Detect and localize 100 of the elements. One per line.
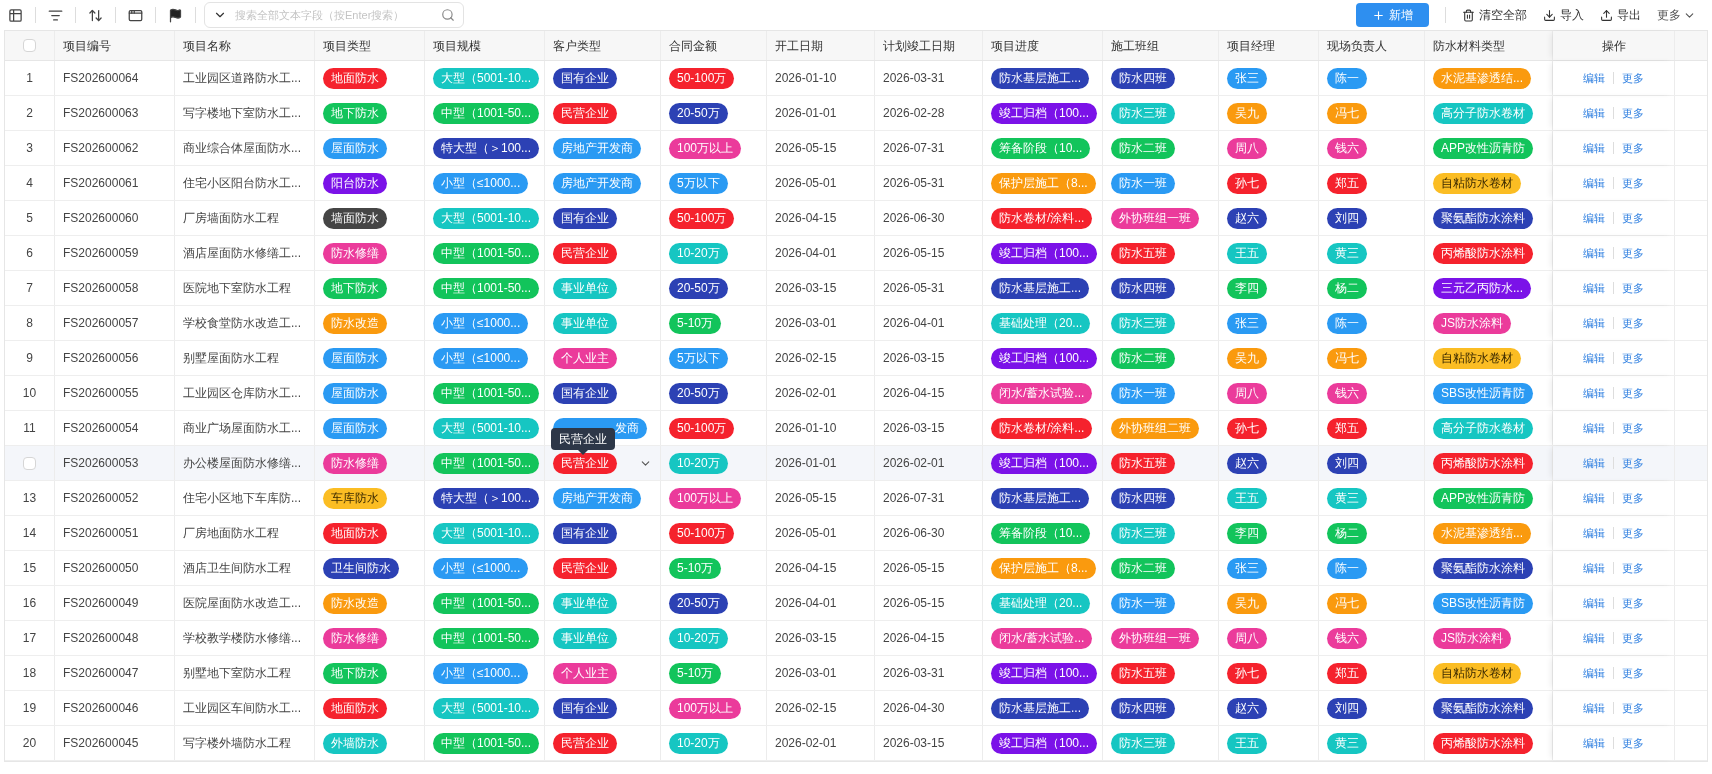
amount-tag: 5万以下	[669, 172, 728, 194]
row-number: 9	[26, 350, 33, 367]
site-lead-tag: 刘四	[1327, 207, 1367, 229]
progress-tag: 筹备阶段（10...	[991, 137, 1091, 159]
edit-link[interactable]: 编辑	[1583, 244, 1605, 262]
progress-tag: 防水卷材/涂料...	[991, 417, 1093, 439]
edit-link[interactable]: 编辑	[1583, 384, 1605, 402]
edit-link[interactable]: 编辑	[1583, 629, 1605, 647]
material-tag: 聚氨酯防水涂料	[1433, 207, 1533, 229]
scale-tag: 小型（≤1000...	[433, 662, 529, 684]
more-link[interactable]: 更多	[1622, 279, 1644, 297]
edit-link[interactable]: 编辑	[1583, 454, 1605, 472]
flag-icon[interactable]	[168, 7, 183, 23]
progress-tag: 防水基层施工...	[991, 277, 1089, 299]
manager-tag: 张三	[1227, 557, 1267, 579]
more-link[interactable]: 更多	[1622, 209, 1644, 227]
column-header: 合同金额	[669, 37, 717, 55]
edit-link[interactable]: 编辑	[1583, 734, 1605, 752]
client-tag: 房地产开发商	[553, 172, 641, 194]
column-header: 操作	[1601, 37, 1626, 55]
table-cell-text: FS202600055	[63, 385, 139, 402]
more-link[interactable]: 更多	[1622, 524, 1644, 542]
more-link[interactable]: 更多	[1622, 629, 1644, 647]
search-icon[interactable]	[441, 8, 455, 22]
edit-link[interactable]: 编辑	[1583, 139, 1605, 157]
edit-link[interactable]: 编辑	[1583, 349, 1605, 367]
client-tag: 民营企业	[553, 102, 617, 124]
edit-link[interactable]: 编辑	[1583, 104, 1605, 122]
team-tag: 防水二班	[1111, 347, 1175, 369]
team-tag: 防水三班	[1111, 732, 1175, 754]
edit-link[interactable]: 编辑	[1583, 664, 1605, 682]
more-link[interactable]: 更多	[1622, 69, 1644, 87]
edit-link[interactable]: 编辑	[1583, 279, 1605, 297]
more-link[interactable]: 更多	[1622, 559, 1644, 577]
form-view-icon[interactable]	[128, 7, 143, 23]
more-link[interactable]: 更多	[1622, 419, 1644, 437]
more-link[interactable]: 更多	[1622, 104, 1644, 122]
edit-link[interactable]: 编辑	[1583, 559, 1605, 577]
amount-tag: 5-10万	[669, 312, 722, 334]
more-link[interactable]: 更多	[1622, 699, 1644, 717]
more-link[interactable]: 更多	[1622, 314, 1644, 332]
material-tag: JS防水涂料	[1433, 627, 1511, 649]
edit-link[interactable]: 编辑	[1583, 524, 1605, 542]
team-tag: 防水三班	[1111, 312, 1175, 334]
site-lead-tag: 黄三	[1327, 487, 1367, 509]
table-cell-text: 2026-05-31	[883, 280, 945, 297]
more-link[interactable]: 更多	[1622, 664, 1644, 682]
edit-link[interactable]: 编辑	[1583, 314, 1605, 332]
row-height-icon[interactable]	[88, 7, 103, 23]
more-link[interactable]: 更多	[1622, 244, 1644, 262]
toolbar-action-button[interactable]: 导入	[1543, 6, 1584, 24]
more-link[interactable]: 更多	[1622, 139, 1644, 157]
amount-tag: 100万以上	[669, 487, 742, 509]
type-tag: 屋面防水	[323, 137, 387, 159]
client-tag: 民营企业	[553, 732, 617, 754]
table-cell-text: 2026-03-31	[883, 665, 945, 682]
row-number: 6	[26, 245, 33, 262]
table-cell-text: 2026-01-10	[775, 420, 837, 437]
edit-link[interactable]: 编辑	[1583, 699, 1605, 717]
scale-tag: 大型（5001-10...	[433, 67, 540, 89]
client-tag: 民营企业	[553, 242, 617, 264]
amount-tag: 5-10万	[669, 557, 722, 579]
more-link[interactable]: 更多	[1622, 594, 1644, 612]
edit-link[interactable]: 编辑	[1583, 489, 1605, 507]
edit-link[interactable]: 编辑	[1583, 209, 1605, 227]
row-checkbox[interactable]	[23, 456, 36, 470]
table-cell-text: 2026-04-15	[883, 630, 945, 647]
scale-tag: 中型（1001-50...	[433, 732, 540, 754]
row-number: 7	[26, 280, 33, 297]
site-lead-tag: 钱六	[1327, 627, 1367, 649]
edit-link[interactable]: 编辑	[1583, 69, 1605, 87]
table-cell-text: 2026-04-01	[883, 315, 945, 332]
client-tag: 国有企业	[553, 67, 617, 89]
edit-link[interactable]: 编辑	[1583, 419, 1605, 437]
more-link[interactable]: 更多	[1622, 734, 1644, 752]
more-link[interactable]: 更多	[1622, 454, 1644, 472]
site-lead-tag: 黄三	[1327, 732, 1367, 754]
edit-link[interactable]: 编辑	[1583, 174, 1605, 192]
table-cell-text: 2026-05-15	[775, 140, 837, 157]
site-lead-tag: 钱六	[1327, 137, 1367, 159]
more-button[interactable]: 更多	[1657, 6, 1696, 24]
type-tag: 地面防水	[323, 67, 387, 89]
table-cell-text: 商业广场屋面防水工...	[183, 420, 301, 437]
add-button[interactable]: 新增	[1356, 3, 1429, 27]
toolbar-action-button[interactable]: 导出	[1600, 6, 1641, 24]
type-tag: 地面防水	[323, 697, 387, 719]
filter-icon[interactable]	[48, 7, 63, 23]
toolbar-action-button[interactable]: 清空全部	[1462, 6, 1527, 24]
edit-link[interactable]: 编辑	[1583, 594, 1605, 612]
client-tag: 国有企业	[553, 207, 617, 229]
more-link[interactable]: 更多	[1622, 349, 1644, 367]
more-link[interactable]: 更多	[1622, 384, 1644, 402]
material-tag: SBS改性沥青防	[1433, 382, 1533, 404]
table-cell-text: 2026-05-15	[775, 490, 837, 507]
table-settings-icon[interactable]	[8, 7, 23, 23]
more-link[interactable]: 更多	[1622, 174, 1644, 192]
table-cell-text: FS202600059	[63, 245, 139, 262]
amount-tag: 20-50万	[669, 102, 728, 124]
more-link[interactable]: 更多	[1622, 489, 1644, 507]
select-all-checkbox[interactable]	[23, 39, 36, 52]
